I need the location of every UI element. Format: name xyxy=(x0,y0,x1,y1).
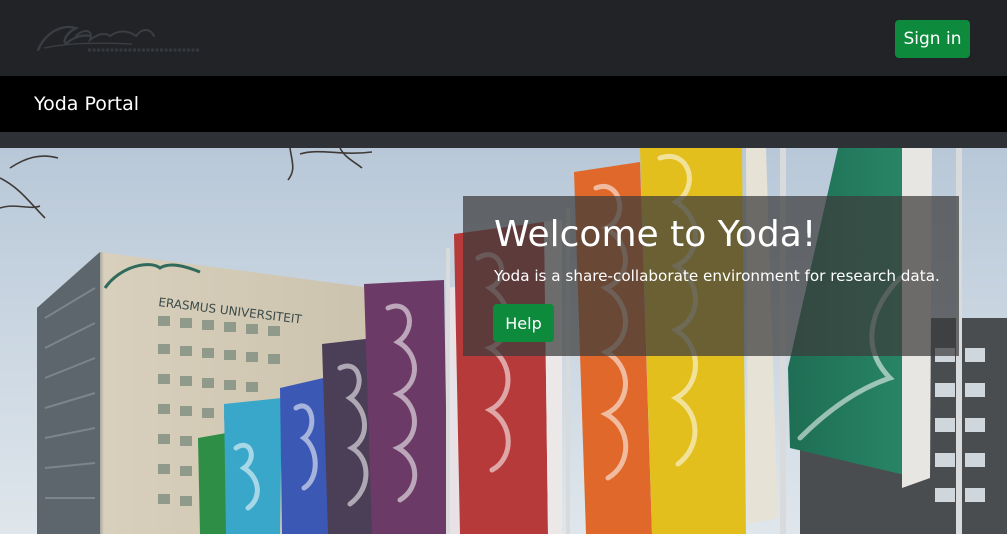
welcome-heading: Welcome to Yoda! xyxy=(494,214,817,255)
welcome-text: Yoda is a share-collaborate environment … xyxy=(494,267,940,285)
help-button[interactable]: Help xyxy=(493,304,554,342)
portal-title[interactable]: Yoda Portal xyxy=(34,92,139,116)
erasmus-logo-icon[interactable] xyxy=(32,14,208,58)
separator-bar xyxy=(0,132,1007,148)
sign-in-button[interactable]: Sign in xyxy=(895,20,970,58)
portal-title-bar xyxy=(0,76,1007,132)
